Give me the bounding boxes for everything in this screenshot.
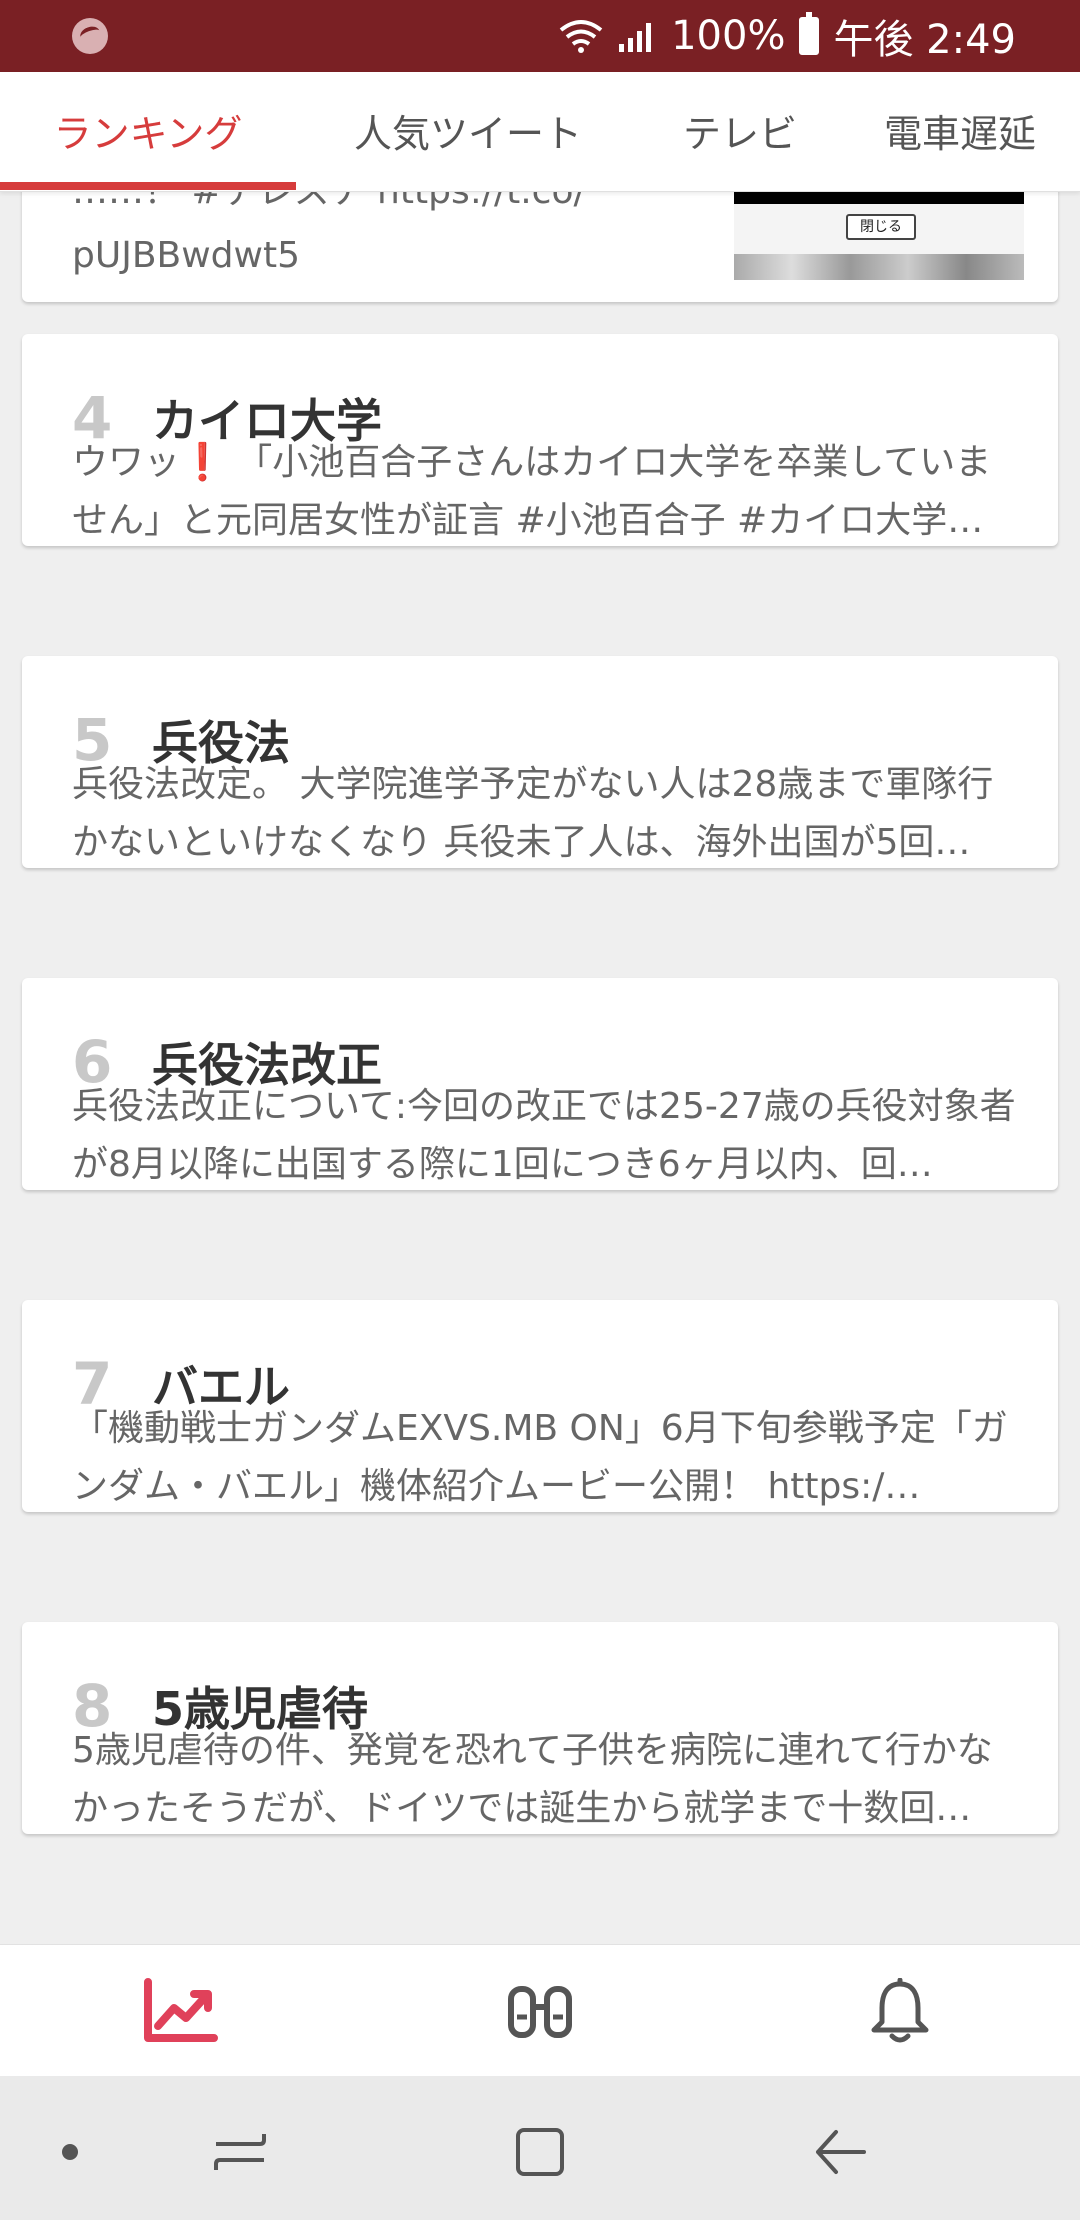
dot-icon[interactable]	[30, 2112, 110, 2192]
nav-notifications-button[interactable]	[850, 1965, 950, 2057]
ranking-list[interactable]: ……？ #テレスナ https://t.co/ pUJBBwdwt5 閉じる 4…	[0, 192, 1080, 1944]
tab-bar: ランキング 人気ツイート テレビ 電車遅延	[0, 72, 1080, 192]
tab-popular-tweets[interactable]: 人気ツイート	[296, 72, 640, 188]
partial-line-1: ……？ #テレスナ https://t.co/	[72, 192, 672, 224]
status-indicators: 100% 午後 2:49	[559, 10, 1016, 63]
card-desc: 兵役法改正について:今回の改正では25-27歳の兵役対象者が8月以降に出国する際…	[72, 1086, 1016, 1185]
card-desc: 「機動戦士ガンダムEXVS.MB ON」6月下旬参戦予定「ガンダム・バエル」機体…	[72, 1408, 1008, 1507]
ranking-card-partial[interactable]: ……？ #テレスナ https://t.co/ pUJBBwdwt5 閉じる	[22, 192, 1058, 302]
battery-icon	[799, 12, 820, 55]
nav-explore-button[interactable]	[490, 1965, 590, 2057]
status-bar: 100% 午後 2:49	[0, 0, 1080, 72]
trending-chart-icon	[144, 1978, 218, 2042]
active-tab-indicator	[0, 182, 296, 190]
ranking-card[interactable]: 7 バエル 「機動戦士ガンダムEXVS.MB ON」6月下旬参戦予定「ガンダム・…	[22, 1300, 1058, 1512]
thumbnail-panel: 閉じる	[734, 204, 1024, 280]
battery-percent: 100%	[671, 13, 786, 59]
bottom-nav	[0, 1944, 1080, 2076]
card-desc: 兵役法改定。 大学院進学予定がない人は28歳まで軍隊行かないといけなくなり 兵役…	[72, 764, 994, 863]
partial-line-2: pUJBBwdwt5	[72, 235, 300, 276]
ranking-card[interactable]: 4 カイロ大学 ウワッ❗ 「小池百合子さんはカイロ大学を卒業していません」と元同…	[22, 334, 1058, 546]
ranking-card[interactable]: 6 兵役法改正 兵役法改正について:今回の改正では25-27歳の兵役対象者が8月…	[22, 978, 1058, 1190]
card-desc-partial: ……？ #テレスナ https://t.co/ pUJBBwdwt5	[72, 192, 672, 288]
card-desc: ウワッ❗ 「小池百合子さんはカイロ大学を卒業していません」と元同居女性が証言 #…	[72, 442, 992, 541]
binoculars-icon	[508, 1986, 572, 2038]
system-nav-bar	[0, 2076, 1080, 2220]
thumbnail-close-button: 閉じる	[846, 214, 916, 240]
thumbnail-strip	[734, 254, 1024, 280]
bell-icon	[871, 1978, 929, 2043]
clock: 午後 2:49	[833, 17, 1016, 63]
signal-icon	[619, 23, 652, 52]
home-icon[interactable]	[500, 2112, 580, 2192]
back-icon[interactable]	[800, 2112, 880, 2192]
tab-ranking[interactable]: ランキング	[0, 72, 296, 188]
card-thumbnail: 閉じる	[734, 192, 1024, 280]
recent-apps-icon[interactable]	[200, 2112, 280, 2192]
ranking-card[interactable]: 5 兵役法 兵役法改定。 大学院進学予定がない人は28歳まで軍隊行かないといけな…	[22, 656, 1058, 868]
wifi-icon	[559, 20, 603, 53]
app-logo-icon	[72, 18, 108, 54]
ranking-card[interactable]: 8 5歳児虐待 5歳児虐待の件、発覚を恐れて子供を病院に連れて行かなかったそうだ…	[22, 1622, 1058, 1834]
tab-train-delay[interactable]: 電車遅延	[840, 72, 1080, 188]
nav-ranking-button[interactable]	[130, 1965, 230, 2057]
tab-tv[interactable]: テレビ	[640, 72, 840, 188]
card-desc: 5歳児虐待の件、発覚を恐れて子供を病院に連れて行かなかったそうだが、ドイツでは誕…	[72, 1730, 993, 1829]
